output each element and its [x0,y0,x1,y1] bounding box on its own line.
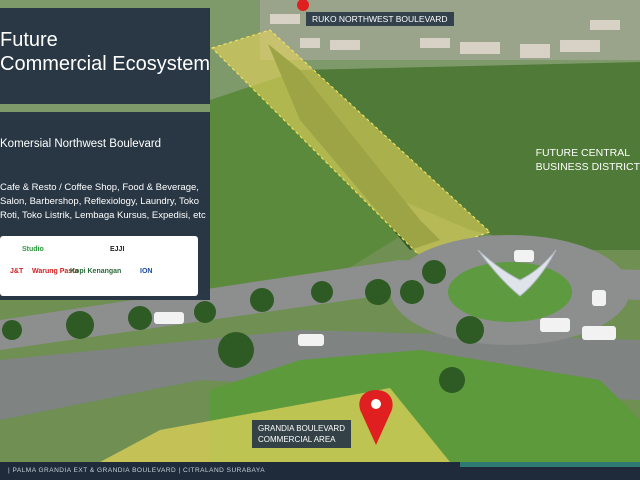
ruko-label: RUKO NORTHWEST BOULEVARD [306,12,454,26]
tenant-logo: Kopi Kenangan [70,268,122,275]
title-panel: Future Commercial Ecosystem [0,8,210,104]
pin-center-dot [371,399,381,409]
grandia-label-line-2: COMMERCIAL AREA [258,435,336,444]
info-panel: Komersial Northwest Boulevard Cafe & Res… [0,112,210,300]
info-line: Cafe & Resto / Coffee Shop, Food & Bever… [0,182,199,193]
title-line-2: Commercial Ecosystem [0,53,211,75]
tenant-logo: ION [140,268,153,275]
grandia-label: GRANDIA BOULEVARD COMMERCIAL AREA [252,420,351,448]
future-label-line-1: FUTURE CENTRAL [535,147,631,159]
grandia-label-line-1: GRANDIA BOULEVARD [258,424,345,433]
tenant-logo: EJJI [110,246,125,253]
future-label-line-2: BUSINESS DISTRICT [535,161,640,173]
roundabout-island [448,262,572,322]
footer-text: | PALMA GRANDIA EXT & GRANDIA BOULEVARD … [8,467,266,474]
info-line: Roti, Toko Listrik, Lembaga Kursus, Expe… [0,210,206,221]
info-heading: Komersial Northwest Boulevard [0,138,162,150]
footer-accent [460,462,640,467]
future-cbd-label: FUTURE CENTRAL BUSINESS DISTRICT [536,146,640,174]
tenant-logos-box: Studio EJJI J&T Warung Pasta Kopi Kenang… [0,236,198,296]
info-line: Salon, Barbershop, Reflexiology, Laundry… [0,196,200,207]
tenant-logo: Studio [22,246,44,253]
tenant-logo: J&T [10,268,24,275]
footer-bar: | PALMA GRANDIA EXT & GRANDIA BOULEVARD … [0,462,640,480]
title-line-1: Future [0,29,58,51]
